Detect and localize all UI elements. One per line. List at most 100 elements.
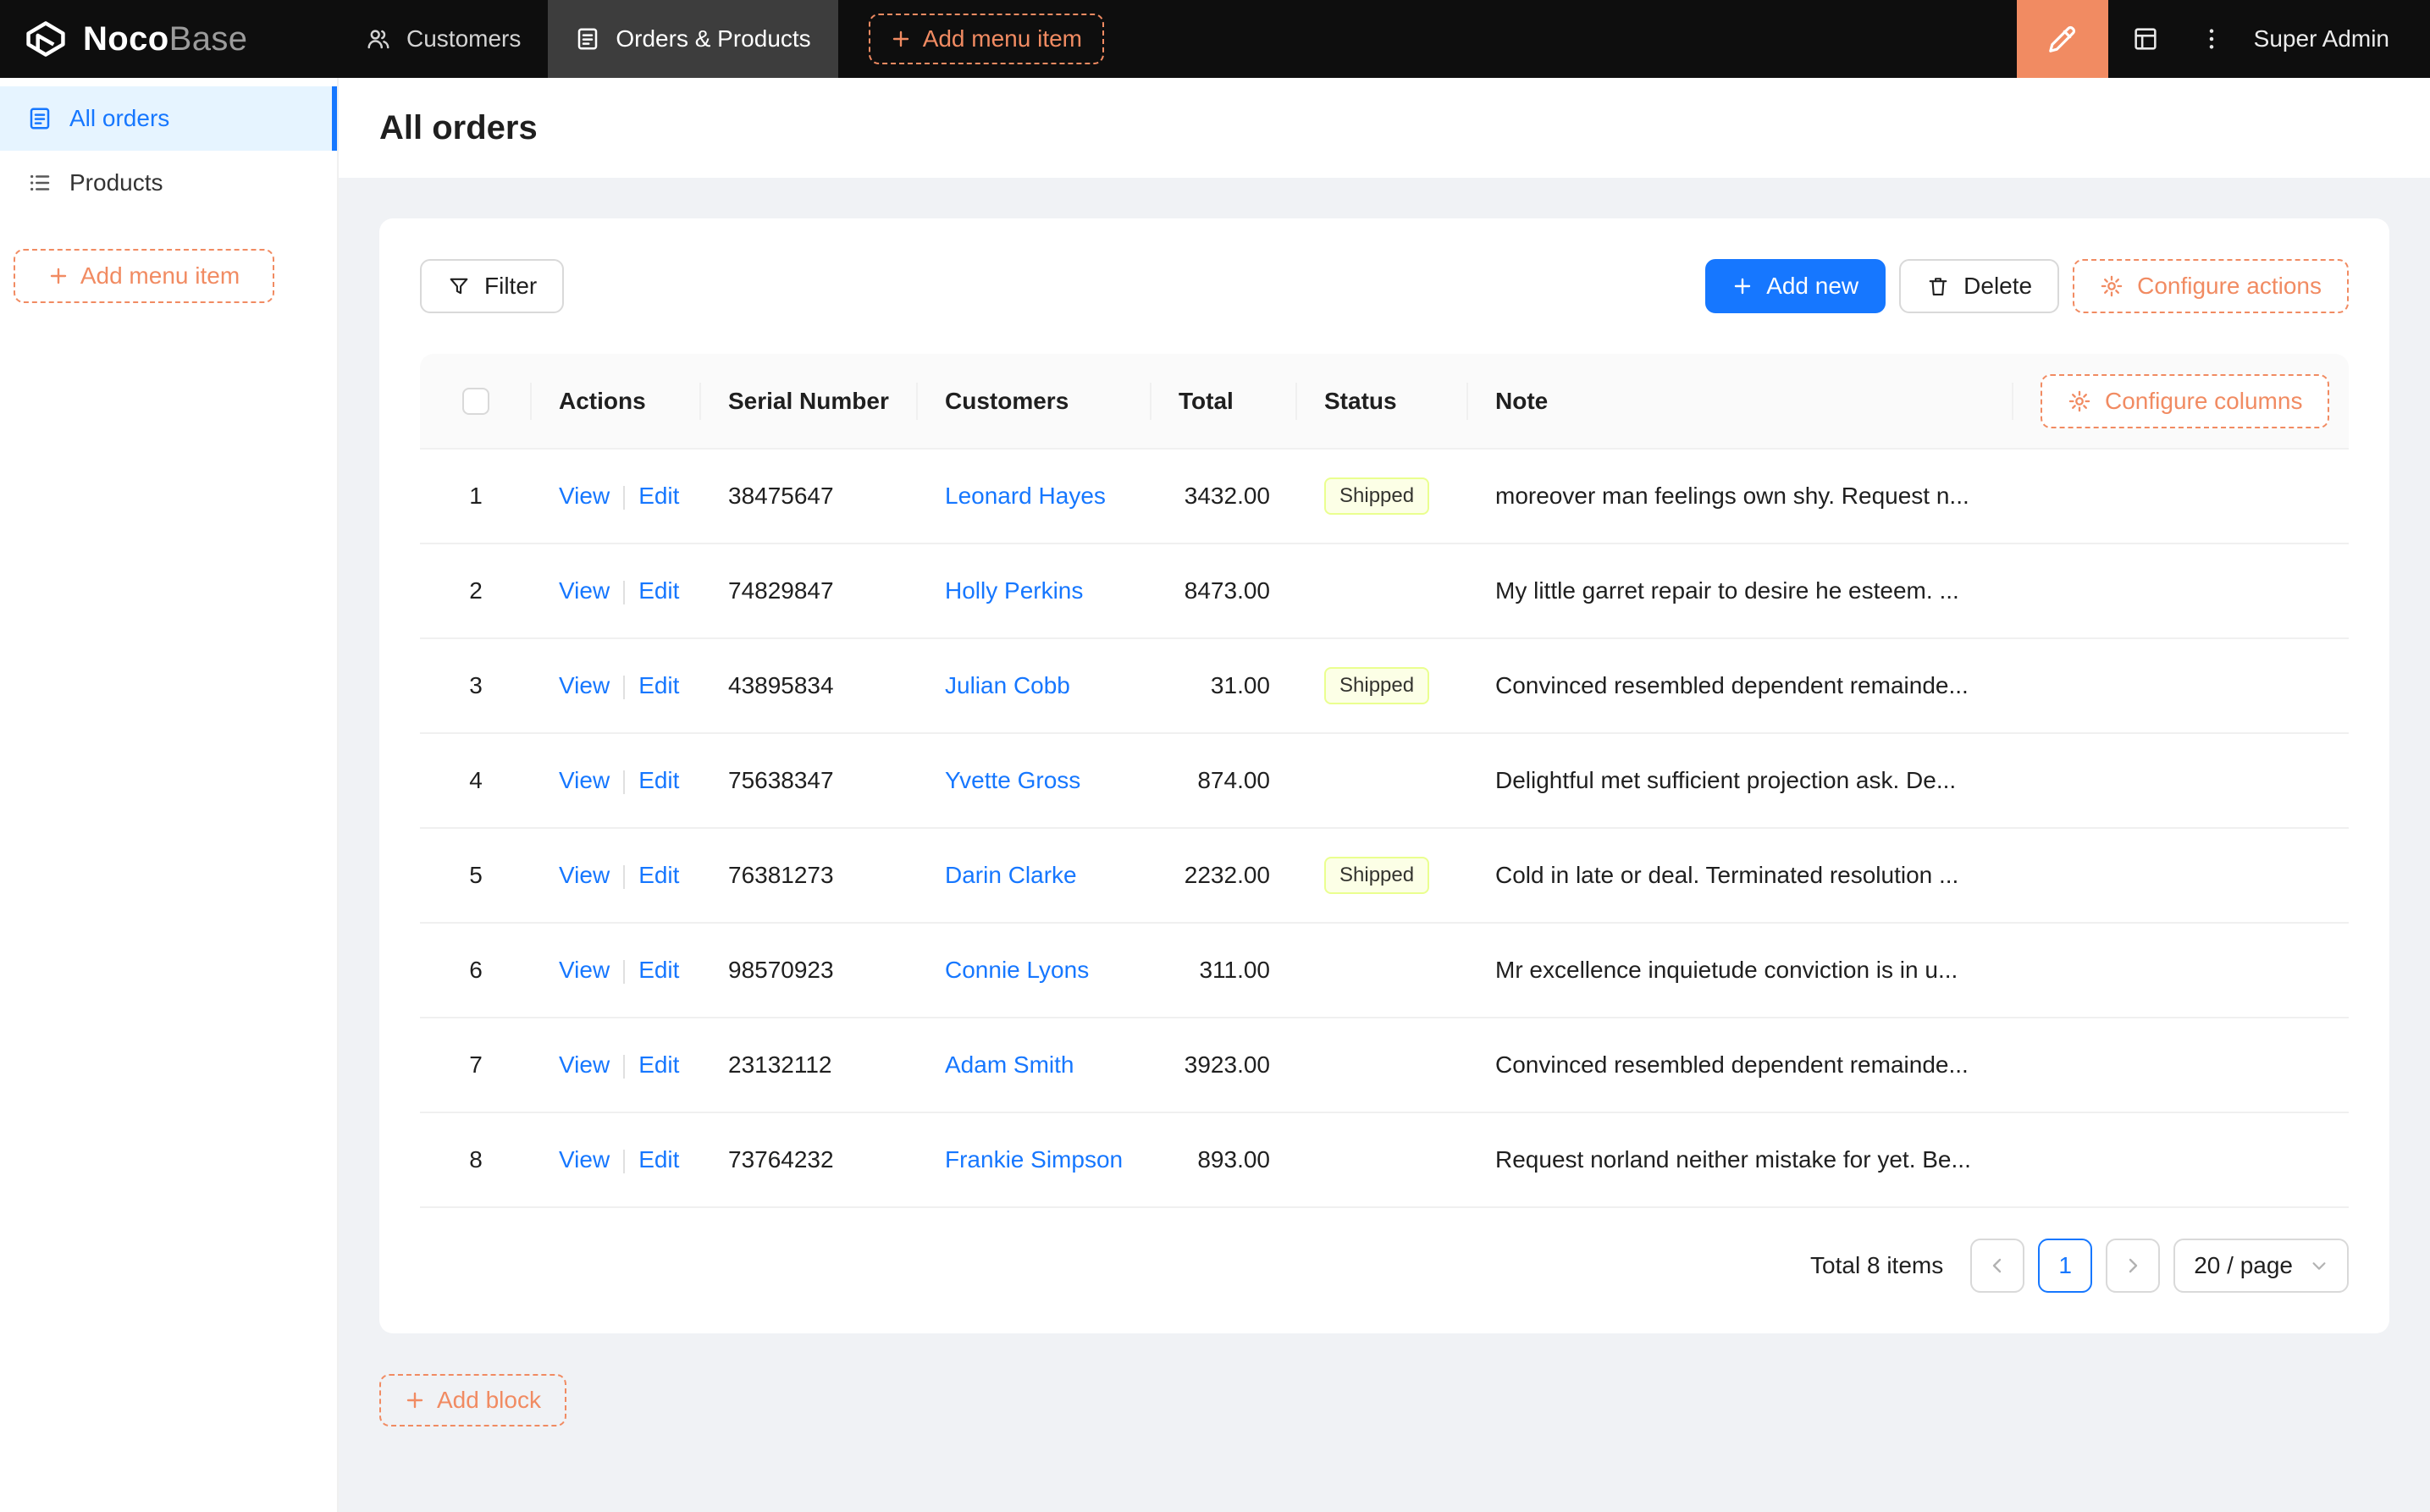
column-header-note: Note bbox=[1468, 354, 2013, 450]
view-link[interactable]: View bbox=[559, 483, 610, 509]
add-new-button[interactable]: Add new bbox=[1705, 259, 1886, 313]
customer-link[interactable]: Darin Clarke bbox=[945, 862, 1077, 888]
table-row: 8 View Edit 73764232 Frankie Simpson 893.00 Re… bbox=[420, 1112, 2349, 1208]
table-row: 2 View Edit 74829847 Holly Perkins 8473.00 My … bbox=[420, 544, 2349, 639]
column-header-total: Total bbox=[1151, 354, 1297, 450]
view-link[interactable]: View bbox=[559, 767, 610, 793]
edit-link[interactable]: Edit bbox=[638, 577, 679, 604]
row-index-cell: 1 bbox=[420, 449, 532, 544]
view-link[interactable]: View bbox=[559, 577, 610, 604]
page-title: All orders bbox=[379, 108, 538, 146]
select-all-checkbox[interactable] bbox=[462, 388, 489, 416]
edit-link[interactable]: Edit bbox=[638, 672, 679, 698]
trailing-empty-cell bbox=[2013, 544, 2349, 639]
customer-link[interactable]: Adam Smith bbox=[945, 1051, 1074, 1078]
column-header-status: Status bbox=[1297, 354, 1468, 450]
collections-button[interactable] bbox=[2108, 0, 2183, 78]
note-cell: Convinced resembled dependent remainde..… bbox=[1468, 1018, 2013, 1113]
trailing-empty-cell bbox=[2013, 828, 2349, 924]
orders-table-body: 1 View Edit 38475647 Leonard Hayes 3432.00 Shi… bbox=[420, 449, 2349, 1208]
view-link[interactable]: View bbox=[559, 672, 610, 698]
users-icon bbox=[366, 26, 391, 52]
serial-number-cell: 74829847 bbox=[701, 544, 918, 639]
app: NocoBase Customers Orders & Products Add… bbox=[0, 0, 2430, 1512]
page-size-select[interactable]: 20 / page bbox=[2173, 1239, 2349, 1293]
edit-link[interactable]: Edit bbox=[638, 957, 679, 983]
row-actions-cell: View Edit bbox=[532, 923, 701, 1018]
main-area: All orders Filter Add new Delete Configu… bbox=[339, 78, 2430, 1512]
status-cell bbox=[1297, 1018, 1468, 1113]
customer-link[interactable]: Yvette Gross bbox=[945, 767, 1080, 793]
edit-link[interactable]: Edit bbox=[638, 862, 679, 888]
nav-item-orders-products[interactable]: Orders & Products bbox=[548, 0, 838, 78]
ui-editor-button[interactable] bbox=[2016, 0, 2108, 78]
header-right-cluster: Super Admin bbox=[2016, 0, 2430, 78]
customer-link[interactable]: Leonard Hayes bbox=[945, 483, 1106, 509]
sidebar-add-menu-item-button[interactable]: Add menu item bbox=[14, 249, 274, 303]
column-header-actions: Actions bbox=[532, 354, 701, 450]
pagination-total: Total 8 items bbox=[1810, 1252, 1944, 1278]
customer-link[interactable]: Julian Cobb bbox=[945, 672, 1070, 698]
sidebar-item-all-orders[interactable]: All orders bbox=[0, 86, 337, 151]
edit-link[interactable]: Edit bbox=[638, 1146, 679, 1173]
column-header-serial-number: Serial Number bbox=[701, 354, 918, 450]
delete-button[interactable]: Delete bbox=[1899, 259, 2060, 313]
view-link[interactable]: View bbox=[559, 1051, 610, 1078]
note-cell: Cold in late or deal. Terminated resolut… bbox=[1468, 828, 2013, 924]
note-cell: Delightful met sufficient projection ask… bbox=[1468, 733, 2013, 829]
edit-link[interactable]: Edit bbox=[638, 767, 679, 793]
sidebar-item-products[interactable]: Products bbox=[0, 151, 337, 215]
chevron-left-icon bbox=[1987, 1255, 2008, 1276]
status-tag: Shipped bbox=[1324, 857, 1430, 894]
header-add-menu-item-button[interactable]: Add menu item bbox=[868, 14, 1105, 64]
actions-divider bbox=[623, 675, 626, 699]
plus-icon bbox=[405, 1390, 425, 1410]
actions-divider bbox=[623, 580, 626, 604]
filter-button[interactable]: Filter bbox=[420, 259, 565, 313]
orders-form-icon bbox=[27, 106, 52, 131]
ellipsis-icon bbox=[2198, 25, 2225, 52]
total-cell: 2232.00 bbox=[1151, 828, 1297, 924]
row-index-cell: 5 bbox=[420, 828, 532, 924]
sidebar: All orders Products Add menu item bbox=[0, 78, 339, 1512]
plus-icon bbox=[1732, 276, 1753, 296]
trash-icon bbox=[1926, 274, 1950, 298]
customer-cell: Leonard Hayes bbox=[918, 449, 1151, 544]
pagination-page-1-button[interactable]: 1 bbox=[2038, 1239, 2093, 1293]
nocobase-logo[interactable]: NocoBase bbox=[0, 0, 339, 78]
filter-icon bbox=[447, 274, 471, 298]
pagination-prev-button[interactable] bbox=[1970, 1239, 2025, 1293]
configure-columns-button[interactable]: Configure columns bbox=[2041, 373, 2330, 428]
row-index-cell: 6 bbox=[420, 923, 532, 1018]
status-cell: Shipped bbox=[1297, 638, 1468, 734]
nav-item-customers[interactable]: Customers bbox=[339, 0, 548, 78]
row-index-cell: 8 bbox=[420, 1112, 532, 1208]
status-tag: Shipped bbox=[1324, 667, 1430, 704]
row-index-cell: 7 bbox=[420, 1018, 532, 1113]
more-menu-button[interactable] bbox=[2183, 0, 2240, 78]
status-cell: Shipped bbox=[1297, 449, 1468, 544]
pagination-next-button[interactable] bbox=[2106, 1239, 2161, 1293]
configure-actions-button[interactable]: Configure actions bbox=[2073, 259, 2349, 313]
page-header: All orders bbox=[339, 78, 2430, 178]
edit-link[interactable]: Edit bbox=[638, 1051, 679, 1078]
page-content: Filter Add new Delete Configure actions … bbox=[339, 178, 2430, 1512]
view-link[interactable]: View bbox=[559, 1146, 610, 1173]
total-cell: 8473.00 bbox=[1151, 544, 1297, 639]
note-cell: Mr excellence inquietude conviction is i… bbox=[1468, 923, 2013, 1018]
customer-link[interactable]: Frankie Simpson bbox=[945, 1146, 1123, 1173]
view-link[interactable]: View bbox=[559, 862, 610, 888]
pagination: Total 8 items 1 20 / page bbox=[420, 1239, 2349, 1293]
status-tag: Shipped bbox=[1324, 477, 1430, 515]
trailing-empty-cell bbox=[2013, 449, 2349, 544]
edit-link[interactable]: Edit bbox=[638, 483, 679, 509]
customer-link[interactable]: Holly Perkins bbox=[945, 577, 1083, 604]
add-block-button[interactable]: Add block bbox=[379, 1374, 566, 1426]
view-link[interactable]: View bbox=[559, 957, 610, 983]
trailing-empty-cell bbox=[2013, 733, 2349, 829]
gear-icon bbox=[2100, 274, 2123, 298]
customer-link[interactable]: Connie Lyons bbox=[945, 957, 1089, 983]
current-user-menu[interactable]: Super Admin bbox=[2240, 25, 2430, 52]
table-row: 4 View Edit 75638347 Yvette Gross 874.00 Delig… bbox=[420, 733, 2349, 829]
top-navbar: NocoBase Customers Orders & Products Add… bbox=[0, 0, 2430, 78]
